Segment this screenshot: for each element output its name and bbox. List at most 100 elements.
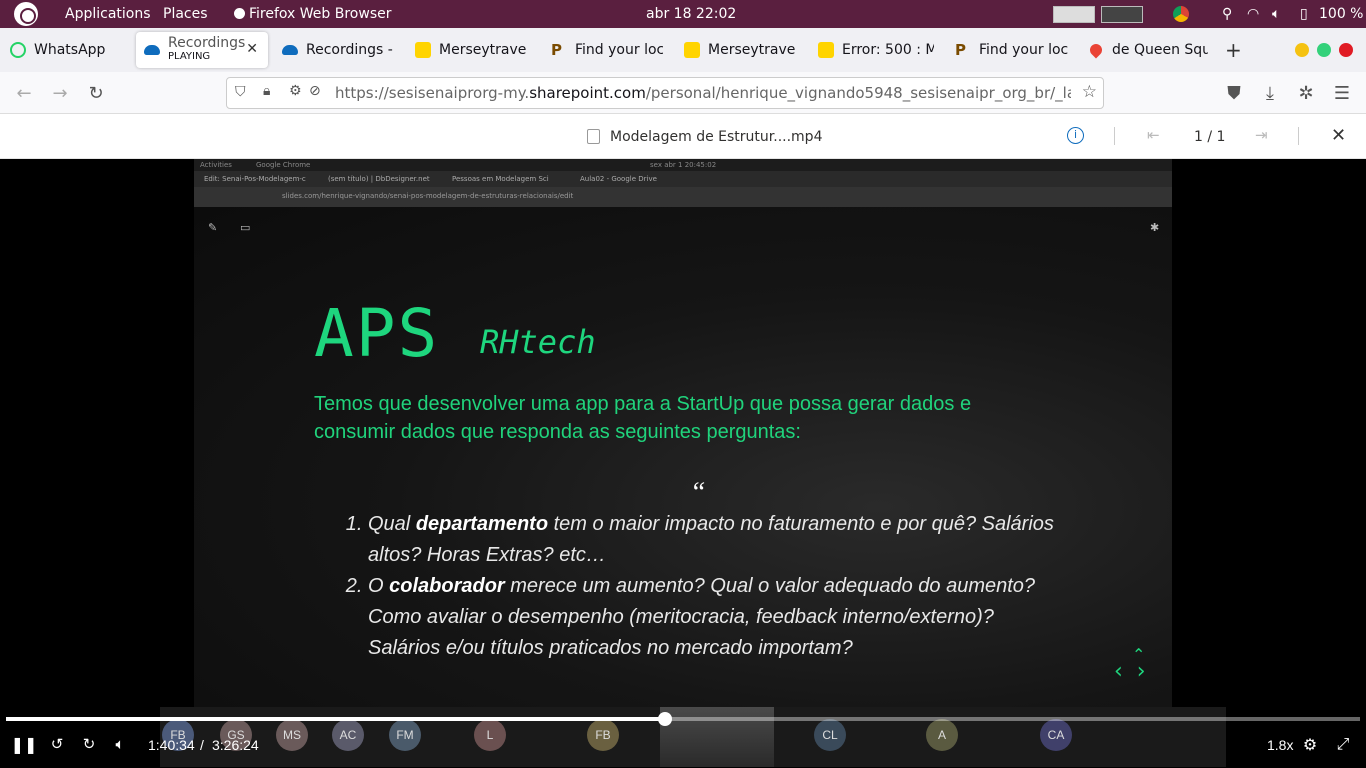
last-file-icon[interactable]: ⇥ xyxy=(1255,126,1268,144)
fullscreen-icon[interactable]: ⤢ xyxy=(1333,734,1353,754)
app-menu-icon[interactable]: ☰ xyxy=(1331,82,1353,104)
location-icon[interactable]: ⚲ xyxy=(1222,6,1232,22)
active-app-label: Firefox Web Browser xyxy=(249,6,392,22)
onedrive-icon xyxy=(144,45,160,55)
recorded-tab: (sem título) | DbDesigner.net xyxy=(328,175,430,183)
recorded-tab: Pessoas em Modelagem Sci xyxy=(452,175,549,183)
participant-avatar: MS xyxy=(276,719,308,751)
pocket-icon[interactable]: ⛊ xyxy=(1223,82,1245,104)
recorded-top-bar: Activities Google Chrome sex abr 1 20:45… xyxy=(194,159,1172,171)
participant-video-thumbnail xyxy=(660,707,774,767)
participant-avatar: L xyxy=(474,719,506,751)
seek-bar[interactable] xyxy=(6,712,1360,726)
question-1: Qual departamento tem o maior impacto no… xyxy=(368,509,1064,571)
tab-label: Find your loca xyxy=(979,42,1069,58)
slide-subtitle: RHtech xyxy=(480,323,596,361)
tab-find-your-location[interactable]: P Find your loca xyxy=(551,32,663,68)
participant-avatar: CL xyxy=(814,719,846,751)
tracking-blocked-icon[interactable]: ⊘ xyxy=(309,83,321,99)
tab-merseytravel[interactable]: Merseytravel xyxy=(415,32,527,68)
volume-icon[interactable]: 🔈︎ xyxy=(110,734,130,754)
clock[interactable]: abr 18 22:02 xyxy=(646,6,736,22)
tab-error-500[interactable]: Error: 500 : M xyxy=(818,32,934,68)
divider xyxy=(1298,127,1299,145)
participant-avatar: FB xyxy=(587,719,619,751)
navigation-toolbar: ← → ↻ ⛉ 🔒︎ ⚙ ⊘ https://sesisenaiprorg-my… xyxy=(0,72,1366,114)
tab-label: Merseytravel xyxy=(439,42,527,58)
battery-icon[interactable]: ▯ xyxy=(1300,6,1308,22)
whatsapp-icon xyxy=(10,42,26,58)
slide: ✎ ▭ ✱ APS RHtech Temos que desenvolver u… xyxy=(194,207,1172,707)
parking-icon: P xyxy=(955,41,966,59)
slide-intro-text: Temos que desenvolver uma app para a Sta… xyxy=(314,393,972,443)
file-counter: 1 / 1 xyxy=(1194,129,1226,145)
browser-tab-strip: WhatsApp Recordings PLAYING ✕ Recordings… xyxy=(0,28,1366,72)
close-tab-icon[interactable]: ✕ xyxy=(246,41,258,57)
cpu-monitor-widget xyxy=(1053,6,1095,23)
lock-icon[interactable]: 🔒︎ xyxy=(263,83,270,99)
merseytravel-icon xyxy=(818,42,834,58)
recorded-app-name: Google Chrome xyxy=(256,161,311,169)
tab-merseytravel-2[interactable]: Merseytravel xyxy=(684,32,796,68)
shield-icon[interactable]: ⛉ xyxy=(235,84,246,100)
volume-icon[interactable]: 🔈︎ xyxy=(1272,6,1280,22)
tab-label: Recordings xyxy=(168,35,246,51)
first-file-icon[interactable]: ⇤ xyxy=(1147,126,1160,144)
tab-label: WhatsApp xyxy=(34,42,106,58)
video-player[interactable]: Activities Google Chrome sex abr 1 20:45… xyxy=(0,159,1366,768)
battery-percent: 100 % xyxy=(1319,6,1364,22)
slide-nav-up-icon: ⌃ xyxy=(1132,645,1146,664)
tab-maps-queen-square[interactable]: de Queen Squ xyxy=(1090,32,1208,68)
playback-speed-button[interactable]: 1.8x xyxy=(1267,737,1293,753)
pause-icon[interactable]: ❚❚ xyxy=(11,734,38,754)
tab-whatsapp[interactable]: WhatsApp xyxy=(10,32,130,68)
wifi-icon[interactable]: ◠ xyxy=(1247,6,1259,22)
question-2: O colaborador merece um aumento? Qual o … xyxy=(368,571,1064,664)
participant-avatar: A xyxy=(926,719,958,751)
tab-recordings[interactable]: Recordings - C xyxy=(282,32,394,68)
tab-playing-label: PLAYING xyxy=(168,51,211,62)
duration: 3:26:24 xyxy=(212,737,259,753)
settings-gear-icon[interactable]: ⚙ xyxy=(1300,734,1320,754)
participant-avatar: CA xyxy=(1040,719,1072,751)
recorded-screen-frame: Activities Google Chrome sex abr 1 20:45… xyxy=(194,159,1172,707)
recorded-activities: Activities xyxy=(200,161,232,169)
reload-icon[interactable]: ↻ xyxy=(85,82,107,104)
firefox-app-indicator[interactable]: Firefox Web Browser xyxy=(234,6,392,22)
tab-label: Recordings - C xyxy=(306,42,394,58)
applications-menu[interactable]: Applications xyxy=(65,6,151,22)
maximize-button[interactable] xyxy=(1317,43,1331,57)
tab-label: Merseytravel xyxy=(708,42,796,58)
forward-10-icon[interactable]: ↻ xyxy=(79,734,99,754)
chrome-tray-icon[interactable] xyxy=(1173,6,1189,22)
extensions-icon[interactable]: ✲ xyxy=(1295,82,1317,104)
recorded-clock: sex abr 1 20:45:02 xyxy=(650,161,717,169)
ubuntu-logo-icon[interactable] xyxy=(14,2,38,26)
minimize-button[interactable] xyxy=(1295,43,1309,57)
close-window-button[interactable] xyxy=(1339,43,1353,57)
participant-avatar: FM xyxy=(389,719,421,751)
url-bar[interactable]: ⛉ 🔒︎ ⚙ ⊘ https://sesisenaiprorg-my.share… xyxy=(226,77,1104,109)
info-icon[interactable]: i xyxy=(1067,127,1084,144)
downloads-icon[interactable]: ⤓ xyxy=(1259,82,1281,104)
places-menu[interactable]: Places xyxy=(163,6,208,22)
tab-recordings-playing[interactable]: Recordings PLAYING ✕ xyxy=(136,32,268,68)
bookmark-star-icon[interactable]: ☆ xyxy=(1082,82,1097,102)
close-viewer-icon[interactable]: ✕ xyxy=(1331,125,1346,146)
time-separator: / xyxy=(200,737,204,753)
merseytravel-icon xyxy=(415,42,431,58)
back-arrow-icon[interactable]: ← xyxy=(13,82,35,104)
slide-title: APS xyxy=(314,295,440,372)
forward-arrow-icon[interactable]: → xyxy=(49,82,71,104)
file-viewer-header: Modelagem de Estrutur....mp4 i ⇤ 1 / 1 ⇥… xyxy=(0,114,1366,159)
tab-find-your-location-2[interactable]: P Find your loca xyxy=(955,32,1069,68)
new-tab-button[interactable]: + xyxy=(1225,38,1242,62)
seek-bar-progress xyxy=(6,717,666,721)
permissions-icon[interactable]: ⚙ xyxy=(289,83,302,99)
url-text[interactable]: https://sesisenaiprorg-my.sharepoint.com… xyxy=(335,84,1071,102)
recorded-tab: Edit: Senai-Pos-Modelagem-c xyxy=(204,175,306,183)
video-file-icon xyxy=(587,129,600,144)
firefox-small-icon xyxy=(234,8,245,19)
questions-list: Qual departamento tem o maior impacto no… xyxy=(344,509,1064,664)
rewind-10-icon[interactable]: ↺ xyxy=(47,734,67,754)
